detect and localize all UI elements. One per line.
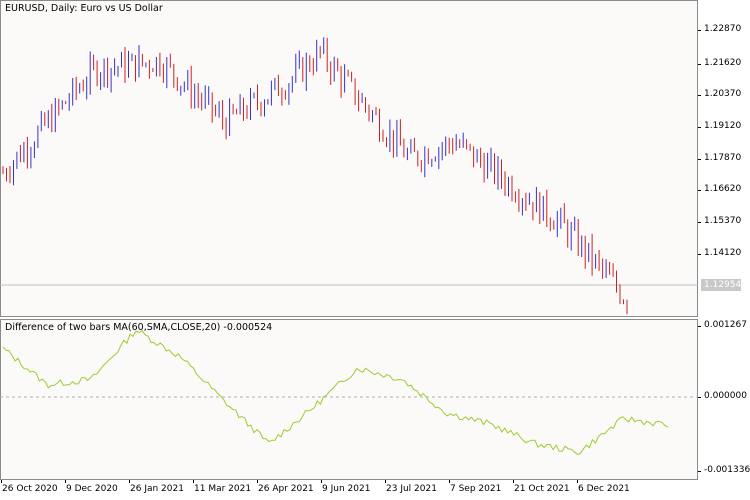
price-candles [0, 37, 698, 315]
indicator-line [0, 330, 698, 455]
price-tick: 1.22870 [704, 24, 742, 34]
indicator-tick: 0.000000 [704, 391, 747, 401]
current-price-badge: 1.12954 [701, 279, 741, 291]
time-tick: 26 Apr 2021 [258, 484, 314, 494]
time-tick: 9 Jun 2021 [322, 484, 371, 494]
indicator-tick: 0.001267 [704, 320, 747, 330]
time-tick: 9 Dec 2020 [66, 484, 118, 494]
time-tick: 7 Sep 2021 [450, 484, 502, 494]
price-tick: 1.19120 [704, 121, 742, 131]
price-tick: 1.14120 [704, 248, 742, 258]
time-tick: 26 Oct 2020 [2, 484, 58, 494]
time-tick: 26 Jan 2021 [130, 484, 184, 494]
price-tick: 1.15370 [704, 216, 742, 226]
time-tick: 21 Oct 2021 [514, 484, 570, 494]
price-tick: 1.17870 [704, 153, 742, 163]
price-tick: 1.21620 [704, 58, 742, 68]
time-tick: 23 Jul 2021 [386, 484, 437, 494]
time-tick: 11 Mar 2021 [194, 484, 252, 494]
price-tick: 1.20370 [704, 89, 742, 99]
time-tick: 6 Dec 2021 [578, 484, 630, 494]
indicator-tick: -0.001336 [704, 465, 750, 475]
price-tick: 1.16620 [704, 184, 742, 194]
